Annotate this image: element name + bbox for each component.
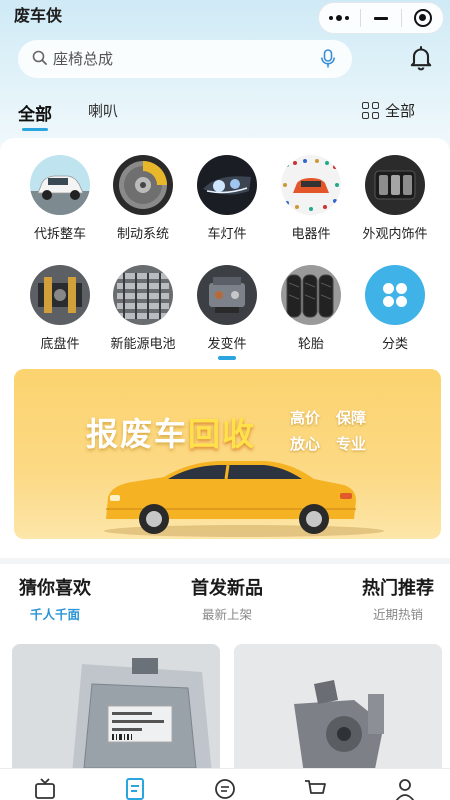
minus-icon — [374, 16, 388, 20]
category-label: 底盘件 — [40, 337, 80, 352]
category-label: 分类 — [381, 337, 408, 352]
engine-photo — [197, 265, 257, 325]
white-suv-photo — [30, 155, 90, 215]
search-input[interactable] — [53, 50, 293, 68]
tab-all[interactable]: 全部 — [18, 100, 52, 131]
search-bar[interactable] — [18, 40, 352, 78]
profile-icon — [395, 779, 415, 800]
tab-new-arrivals[interactable]: 首发新品 最新上架 — [152, 574, 302, 623]
all-categories-label: 全部 — [385, 102, 416, 120]
notification-bell-icon[interactable] — [407, 44, 435, 76]
nav-tab-messages[interactable] — [180, 769, 270, 800]
rec-tab-subtitle: 最新上架 — [201, 607, 252, 622]
category-label: 制动系统 — [116, 227, 169, 242]
close-miniprogram-button[interactable] — [402, 3, 443, 33]
chassis-photo — [30, 265, 90, 325]
category-label: 代拆整车 — [33, 227, 86, 242]
rec-tab-subtitle: 千人千面 — [29, 607, 80, 622]
category-item-brake-system[interactable]: 制动系统 — [98, 155, 188, 242]
category-label: 发变件 — [207, 337, 247, 352]
headlight-photo — [197, 155, 257, 215]
product-card[interactable] — [12, 644, 220, 774]
category-item-lights[interactable]: 车灯件 — [182, 155, 272, 242]
category-label: 新能源电池 — [110, 337, 176, 352]
rec-tab-title: 首发新品 — [191, 578, 263, 599]
active-indicator — [218, 356, 236, 360]
search-icon — [32, 50, 47, 69]
rec-tab-subtitle: 近期热销 — [372, 607, 423, 622]
message-icon — [215, 779, 235, 799]
tv-icon — [35, 778, 55, 799]
rec-tab-title: 猜你喜欢 — [19, 578, 91, 599]
rec-tab-title: 热门推荐 — [362, 578, 434, 599]
nav-tab-home[interactable] — [0, 769, 90, 800]
grid-icon — [362, 102, 379, 119]
minimize-button[interactable] — [361, 3, 402, 33]
bottom-navigation — [0, 768, 450, 800]
window-switch-photo — [365, 155, 425, 215]
battery-cells-photo — [113, 265, 173, 325]
category-item-chassis[interactable]: 底盘件 — [15, 265, 105, 352]
more-menu-button[interactable] — [319, 3, 360, 33]
tab-guess-you-like[interactable]: 猜你喜欢 千人千面 — [0, 574, 130, 623]
category-item-tires[interactable]: 轮胎 — [266, 265, 356, 352]
category-label: 轮胎 — [297, 337, 324, 352]
all-categories-button[interactable]: 全部 — [362, 100, 415, 121]
nav-tab-cart[interactable] — [270, 769, 360, 800]
microphone-icon[interactable] — [320, 49, 336, 73]
document-icon — [126, 778, 144, 800]
category-item-exterior-interior[interactable]: 外观内饰件 — [350, 155, 440, 242]
nav-tab-profile[interactable] — [360, 769, 450, 800]
ecu-module-photo — [12, 644, 220, 774]
category-label: 外观内饰件 — [362, 227, 428, 242]
product-card[interactable] — [234, 644, 442, 774]
scrap-car-recycling-banner[interactable]: 报废车回收 高价 保障 放心 专业 — [14, 369, 441, 539]
cart-icon — [305, 780, 326, 794]
metal-part-photo — [234, 644, 442, 774]
category-item-engine-transmission[interactable]: 发变件 — [182, 265, 272, 360]
category-item-categories[interactable]: 分类 — [350, 265, 440, 352]
category-label: 车灯件 — [207, 227, 247, 242]
category-label: 电器件 — [291, 227, 331, 242]
more-dots-icon — [329, 15, 350, 21]
car-parts-diagram-photo — [281, 155, 341, 215]
yellow-sedan-illustration — [104, 461, 384, 537]
tires-photo — [281, 265, 341, 325]
tab-hot-picks[interactable]: 热门推荐 近期热销 — [323, 574, 450, 623]
nav-tab-list[interactable] — [90, 769, 180, 800]
app-title: 废车侠 — [14, 6, 63, 25]
tab-horn[interactable]: 喇叭 — [88, 100, 118, 121]
four-dots-icon — [365, 265, 425, 325]
target-icon — [413, 9, 432, 27]
category-item-whole-car[interactable]: 代拆整车 — [15, 155, 105, 242]
brake-disc-photo — [113, 155, 173, 215]
category-item-electrical[interactable]: 电器件 — [266, 155, 356, 242]
category-item-ev-battery[interactable]: 新能源电池 — [98, 265, 188, 352]
mini-program-capsule — [318, 2, 444, 34]
